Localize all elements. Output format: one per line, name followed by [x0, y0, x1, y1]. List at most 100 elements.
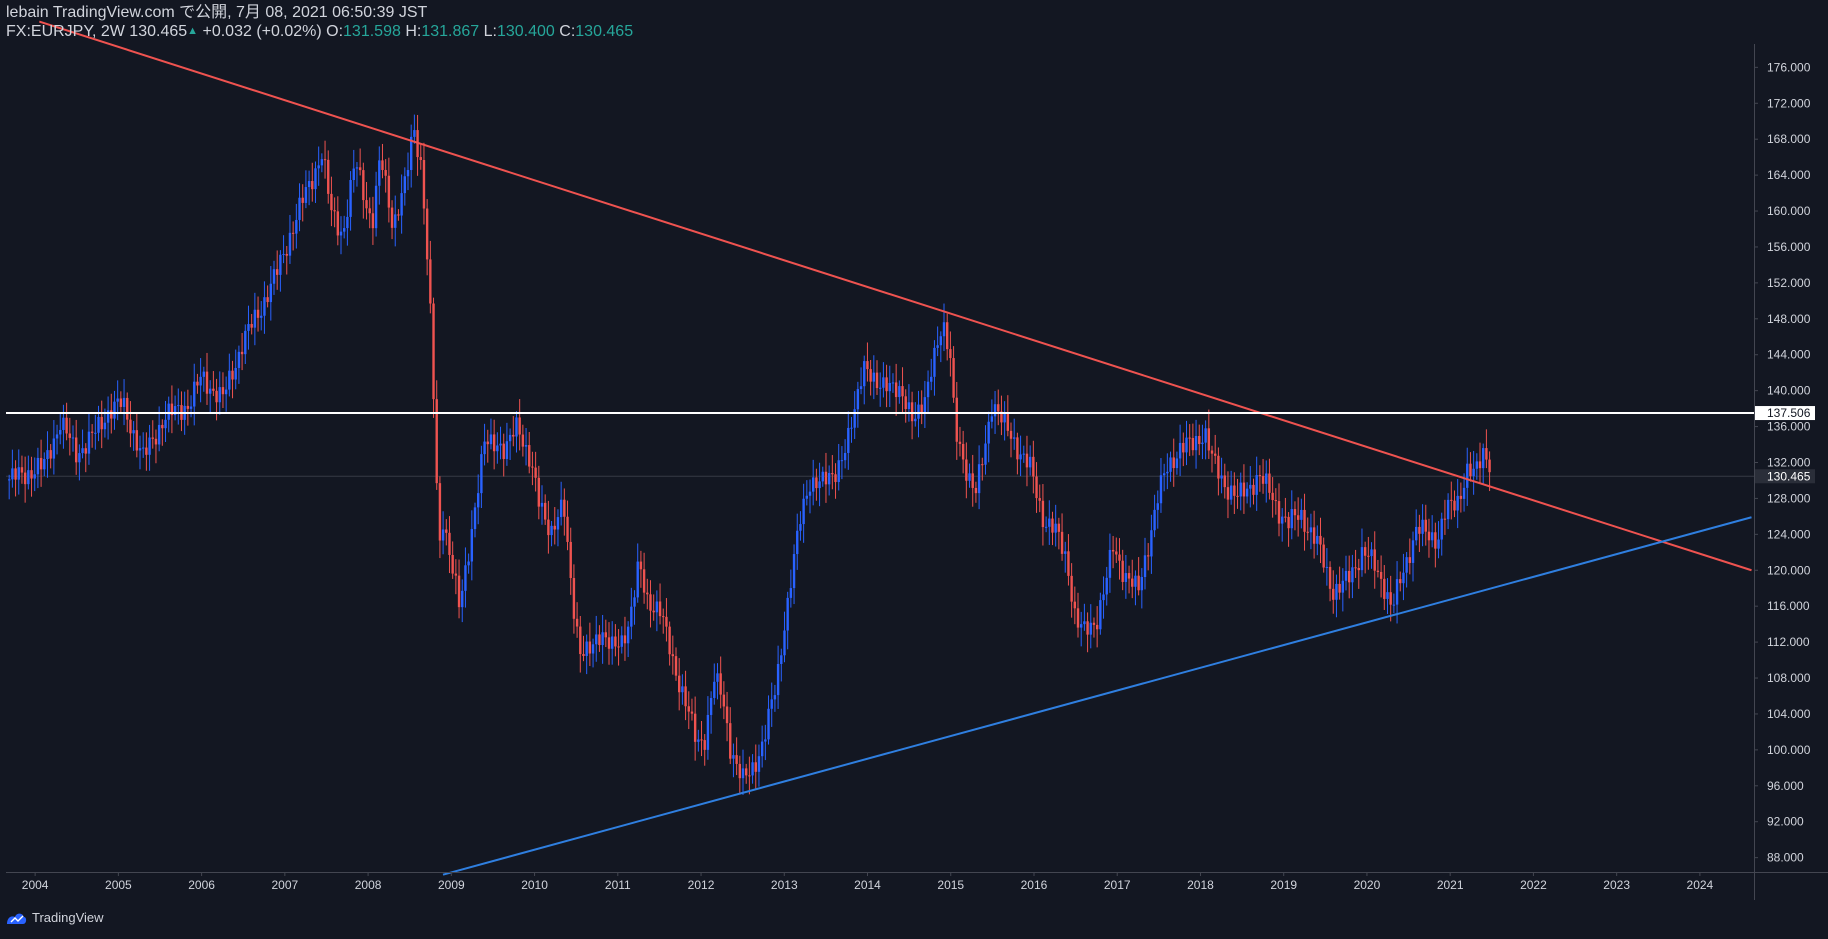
candle-body — [1162, 473, 1166, 476]
candle-body — [1105, 577, 1108, 595]
candle-body — [910, 402, 914, 422]
candle-body — [323, 159, 327, 161]
horizontal-level-price-tag-text: 137.506 — [1767, 406, 1811, 420]
candle-body — [1392, 604, 1396, 606]
high-label: H: — [405, 23, 422, 40]
candle-body — [1376, 570, 1380, 572]
symbol-label[interactable]: FX:EURJPY, 2W — [6, 23, 125, 40]
candle-body — [792, 554, 796, 589]
candle-body — [336, 211, 340, 236]
candle-body — [863, 361, 866, 387]
time-tick-label: 2008 — [355, 878, 382, 892]
candle-body — [1111, 549, 1115, 552]
candle-body — [256, 309, 260, 318]
candle-body — [346, 216, 349, 229]
candle-body — [110, 410, 113, 419]
candle-body — [275, 269, 279, 275]
candle-body — [279, 254, 282, 275]
time-tick-label: 2015 — [937, 878, 964, 892]
candle-body — [138, 448, 142, 451]
candle-body — [636, 561, 639, 598]
candle-body — [1166, 471, 1169, 474]
candle-body — [1303, 509, 1306, 532]
open-value: 131.598 — [343, 23, 401, 40]
candle-body — [760, 741, 764, 757]
candle-body — [1395, 579, 1399, 605]
candle-body — [352, 168, 355, 181]
candle-body — [563, 499, 566, 517]
candle-body — [926, 381, 930, 398]
candle-body — [1287, 516, 1290, 529]
candle-body — [971, 473, 974, 488]
time-tick-label: 2021 — [1437, 878, 1464, 892]
candle-body — [1153, 509, 1156, 531]
candle-body — [1475, 461, 1479, 469]
candle-body — [381, 160, 384, 170]
footer-brand[interactable]: TradingView — [6, 910, 104, 925]
candle-body — [808, 491, 812, 496]
candle-body — [575, 618, 579, 627]
candle-body — [1044, 526, 1048, 528]
candle-body — [266, 297, 269, 303]
candle-body — [1268, 473, 1271, 493]
candle-body — [167, 403, 170, 420]
candle-body — [1060, 531, 1064, 554]
time-tick-label: 2022 — [1520, 878, 1547, 892]
candle-body — [1207, 428, 1211, 451]
close-value: 130.465 — [575, 23, 634, 40]
candle-body — [588, 641, 592, 654]
candle-body — [556, 517, 560, 530]
candle-body — [508, 434, 512, 442]
candle-body — [1089, 622, 1092, 635]
candle-body — [1357, 567, 1360, 571]
candle-body — [1204, 428, 1207, 443]
candle-body — [1083, 621, 1086, 625]
candle-body — [288, 232, 292, 256]
candle-body — [859, 386, 863, 390]
candle-body — [572, 578, 576, 619]
candle-body — [655, 601, 659, 613]
candle-body — [662, 616, 665, 618]
candle-body — [307, 181, 311, 188]
candle-body — [1370, 549, 1373, 557]
last-price-tag: 130.465 — [1755, 469, 1815, 484]
candle-body — [780, 655, 783, 664]
candle-body — [1341, 580, 1345, 593]
candle-body — [320, 159, 324, 166]
candle-body — [1478, 461, 1482, 469]
candle-body — [1440, 518, 1443, 540]
candle-body — [378, 160, 381, 186]
candle-body — [1102, 594, 1105, 601]
candle-body — [601, 632, 604, 646]
horizontal-level-price-tag: 137.506 — [1755, 406, 1815, 421]
candle-body — [626, 626, 630, 644]
price-change: +0.032 (+0.02%) — [202, 23, 322, 40]
candle-body — [470, 529, 474, 562]
candle-body — [1035, 476, 1038, 499]
candle-body — [1025, 453, 1029, 468]
drawings-layer[interactable] — [6, 20, 1754, 876]
time-tick-label: 2014 — [854, 878, 881, 892]
candle-body — [1140, 577, 1144, 591]
candle-body — [684, 686, 687, 707]
candle-body — [949, 349, 952, 359]
candle-body — [202, 371, 206, 377]
candle-body — [505, 441, 509, 459]
last-price-tag-text: 130.465 — [1767, 469, 1811, 483]
candle-body — [853, 409, 856, 428]
candle-body — [709, 697, 713, 715]
candle-body — [464, 565, 467, 591]
candle-body — [1121, 560, 1124, 582]
price-tick-label: 176.000 — [1767, 60, 1811, 74]
candle-body — [122, 397, 126, 407]
price-chart[interactable]: 88.000 92.000 96.000 100.000 104.000 108.000 1… — [0, 0, 1828, 939]
candle-body — [228, 370, 231, 390]
candle-body — [677, 675, 681, 693]
price-tick-label: 120.000 — [1767, 563, 1811, 577]
axes-layer: 88.000 92.000 96.000 100.000 104.000 108.000 1… — [6, 44, 1828, 900]
candle-body — [384, 169, 387, 176]
candle-body — [531, 466, 534, 468]
candle-body — [866, 361, 869, 370]
candle-body — [952, 358, 955, 398]
candle-body — [419, 157, 422, 161]
